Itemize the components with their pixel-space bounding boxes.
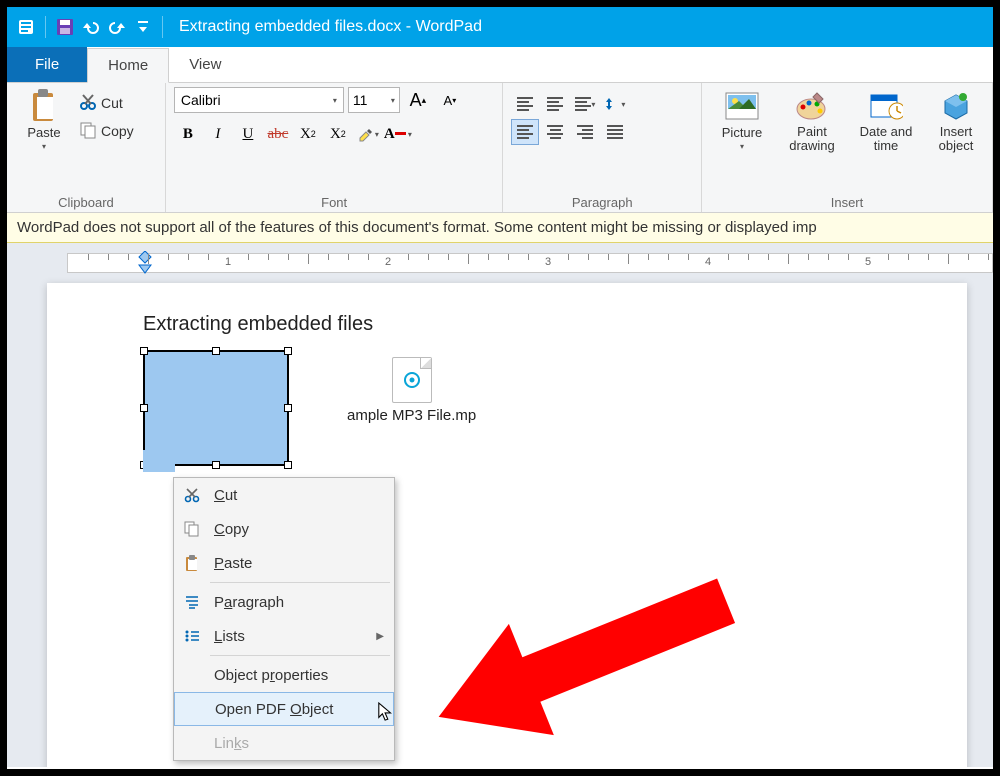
palette-icon bbox=[795, 89, 829, 123]
underline-button[interactable]: U bbox=[234, 121, 262, 147]
resize-handle[interactable] bbox=[212, 461, 220, 469]
align-right-button[interactable] bbox=[571, 119, 599, 145]
calendar-clock-icon bbox=[869, 89, 903, 123]
qat-dropdown-icon[interactable] bbox=[132, 16, 154, 38]
tab-view[interactable]: View bbox=[169, 47, 241, 82]
group-label-clipboard: Clipboard bbox=[15, 193, 157, 210]
title-bar: Extracting embedded files.docx - WordPad bbox=[7, 7, 993, 47]
shrink-font-button[interactable]: A▾ bbox=[436, 87, 464, 113]
cut-button[interactable]: Cut bbox=[79, 91, 134, 115]
date-time-button[interactable]: Date and time bbox=[850, 87, 922, 154]
window-title: Extracting embedded files.docx - WordPad bbox=[179, 18, 482, 36]
bold-button[interactable]: B bbox=[174, 121, 202, 147]
resize-handle[interactable] bbox=[284, 347, 292, 355]
save-icon[interactable] bbox=[54, 16, 76, 38]
ctx-paste[interactable]: Paste bbox=[174, 546, 394, 580]
ruler[interactable]: 12345 bbox=[67, 253, 993, 273]
copy-icon bbox=[182, 519, 202, 539]
object-icon bbox=[939, 89, 973, 123]
chevron-right-icon: ▶ bbox=[376, 631, 384, 642]
resize-handle[interactable] bbox=[140, 404, 148, 412]
ctx-open-pdf-object[interactable]: Open PDF Object bbox=[174, 692, 394, 726]
resize-handle[interactable] bbox=[140, 347, 148, 355]
indent-marker-icon[interactable] bbox=[138, 251, 152, 278]
indent-button[interactable] bbox=[541, 91, 569, 117]
group-clipboard: Paste ▾ Cut Copy bbox=[7, 83, 166, 212]
highlight-button[interactable]: ▾ bbox=[354, 121, 382, 147]
paste-icon bbox=[27, 89, 61, 123]
chevron-down-icon: ▾ bbox=[42, 142, 46, 151]
subscript-button[interactable]: X2 bbox=[294, 121, 322, 147]
copy-button[interactable]: Copy bbox=[79, 119, 134, 143]
superscript-button[interactable]: X2 bbox=[324, 121, 352, 147]
scissors-icon bbox=[79, 93, 97, 114]
ctx-links: Links bbox=[174, 726, 394, 760]
selection-highlight bbox=[143, 450, 175, 472]
group-paragraph: ▾ ▾ Paragraph bbox=[503, 83, 702, 212]
tab-file[interactable]: File bbox=[7, 47, 87, 82]
ribbon-tabs: File Home View bbox=[7, 47, 993, 83]
insert-object-button[interactable]: Insert object bbox=[928, 87, 984, 154]
separator bbox=[210, 582, 390, 583]
italic-button[interactable]: I bbox=[204, 121, 232, 147]
align-center-button[interactable] bbox=[541, 119, 569, 145]
document-area: 12345 Extracting embedded files bbox=[7, 243, 993, 767]
separator bbox=[210, 655, 390, 656]
font-name-select[interactable]: Calibri▾ bbox=[174, 87, 344, 113]
grow-font-button[interactable]: A▴ bbox=[404, 87, 432, 113]
font-color-button[interactable]: A▾ bbox=[384, 121, 412, 147]
picture-button[interactable]: Picture▾ bbox=[710, 87, 774, 151]
resize-handle[interactable] bbox=[212, 347, 220, 355]
tab-home[interactable]: Home bbox=[87, 48, 169, 83]
line-spacing-button[interactable]: ▾ bbox=[601, 91, 629, 117]
group-label-paragraph: Paragraph bbox=[511, 193, 693, 210]
app-icon bbox=[15, 16, 37, 38]
picture-icon bbox=[725, 89, 759, 123]
group-insert: Picture▾ Paint drawing Date and time Ins… bbox=[702, 83, 993, 212]
resize-handle[interactable] bbox=[284, 404, 292, 412]
strike-button[interactable]: abc bbox=[264, 121, 292, 147]
scissors-icon bbox=[182, 485, 202, 505]
group-label-font: Font bbox=[174, 193, 495, 210]
align-left-button[interactable] bbox=[511, 119, 539, 145]
group-font: Calibri▾ 11▾ A▴ A▾ B I U abc X2 X2 ▾ bbox=[166, 83, 504, 212]
outdent-button[interactable] bbox=[511, 91, 539, 117]
font-size-select[interactable]: 11▾ bbox=[348, 87, 400, 113]
embedded-pdf-object[interactable] bbox=[143, 350, 289, 466]
context-menu: Cut Copy Paste Paragraph Lists ▶ Object … bbox=[173, 477, 395, 761]
compat-warning: WordPad does not support all of the feat… bbox=[7, 213, 993, 243]
paste-button[interactable]: Paste ▾ bbox=[15, 87, 73, 151]
paste-icon bbox=[182, 553, 202, 573]
list-icon bbox=[182, 626, 202, 646]
ctx-lists[interactable]: Lists ▶ bbox=[174, 619, 394, 653]
paragraph-icon bbox=[182, 592, 202, 612]
bullets-button[interactable]: ▾ bbox=[571, 91, 599, 117]
embedded-mp3-object[interactable]: ample MP3 File.mp bbox=[347, 357, 476, 424]
undo-icon[interactable] bbox=[80, 16, 102, 38]
ctx-cut[interactable]: Cut bbox=[174, 478, 394, 512]
ctx-copy[interactable]: Copy bbox=[174, 512, 394, 546]
redo-icon[interactable] bbox=[106, 16, 128, 38]
doc-heading: Extracting embedded files bbox=[143, 313, 871, 336]
file-icon bbox=[392, 357, 432, 403]
ctx-paragraph[interactable]: Paragraph bbox=[174, 585, 394, 619]
align-justify-button[interactable] bbox=[601, 119, 629, 145]
group-label-insert: Insert bbox=[710, 193, 984, 210]
app-window: Extracting embedded files.docx - WordPad… bbox=[5, 5, 995, 771]
ribbon: Paste ▾ Cut Copy bbox=[7, 83, 993, 213]
paste-label: Paste bbox=[27, 125, 60, 140]
paint-drawing-button[interactable]: Paint drawing bbox=[780, 87, 844, 154]
ctx-object-properties[interactable]: Object properties bbox=[174, 658, 394, 692]
copy-icon bbox=[79, 121, 97, 142]
resize-handle[interactable] bbox=[284, 461, 292, 469]
